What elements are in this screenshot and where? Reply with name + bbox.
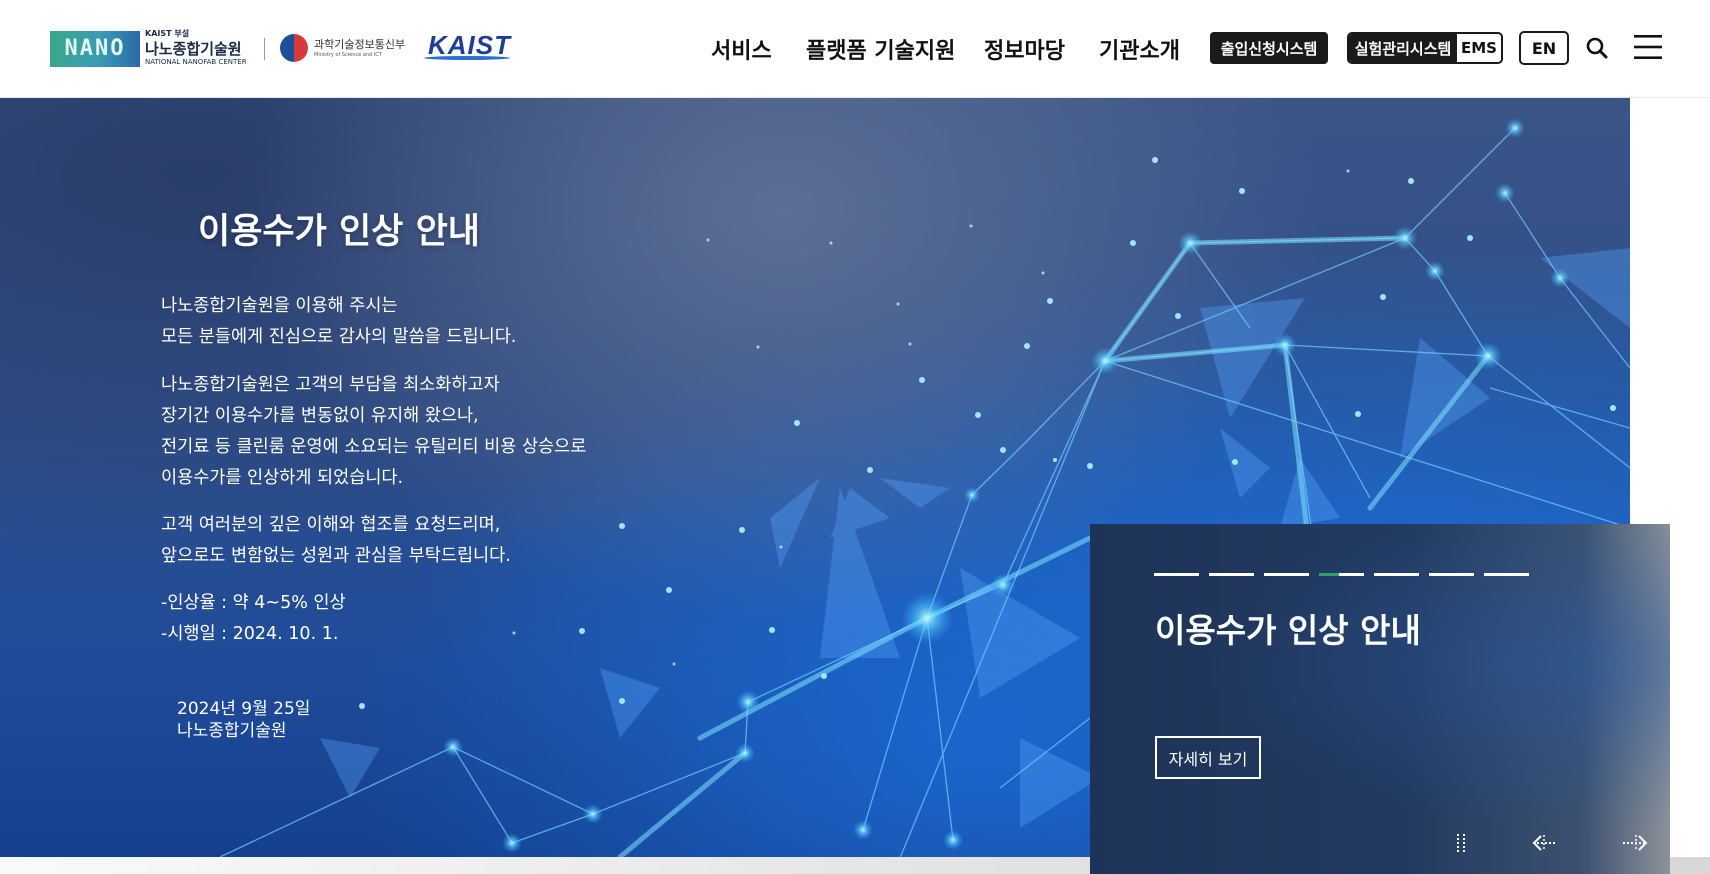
slide-indicator-4-active[interactable] bbox=[1319, 573, 1364, 576]
nanofab-logo[interactable]: KAIST 부설 나노종합기술원 NATIONAL NANOFAB CENTER bbox=[145, 28, 250, 70]
slide-card-title: 이용수가 인상 안내 bbox=[1155, 611, 1421, 650]
rate-increase-line: -인상율 : 약 4~5% 인상 bbox=[161, 593, 346, 613]
search-icon[interactable] bbox=[1585, 36, 1609, 60]
view-more-button[interactable]: 자세히 보기 bbox=[1155, 736, 1261, 779]
logo-name-kr: 나노종합기술원 bbox=[145, 40, 242, 58]
effective-date-line: -시행일 : 2024. 10. 1. bbox=[161, 624, 339, 644]
ministry-name-kr[interactable]: 과학기술정보통신부 bbox=[314, 36, 405, 52]
hero-rate-details: -인상율 : 약 4~5% 인상 -시행일 : 2024. 10. 1. bbox=[161, 588, 346, 650]
hero-line: 장기간 이용수가를 변동없이 유지해 왔으나, bbox=[161, 406, 479, 426]
hero-line: 나노종합기술원은 고객의 부담을 최소화하고자 bbox=[161, 375, 500, 395]
slide-indicator-6[interactable] bbox=[1429, 573, 1474, 576]
logo-divider bbox=[264, 38, 265, 60]
msit-emblem-icon[interactable] bbox=[280, 34, 308, 62]
hero-signature: 2024년 9월 25일 나노종합기술원 bbox=[177, 698, 310, 742]
lab-system-button[interactable]: 실험관리시스템 bbox=[1349, 34, 1457, 62]
slide-indicator-5[interactable] bbox=[1374, 573, 1419, 576]
kaist-logo-swoosh bbox=[424, 56, 510, 60]
logo-name-en: NATIONAL NANOFAB CENTER bbox=[145, 58, 247, 66]
slide-indicator-1[interactable] bbox=[1154, 573, 1199, 576]
hero-paragraph-1: 나노종합기술원을 이용해 주시는 모든 분들에게 진심으로 감사의 말씀을 드립… bbox=[161, 291, 516, 353]
hero-paragraph-2: 나노종합기술원은 고객의 부담을 최소화하고자 장기간 이용수가를 변동없이 유… bbox=[161, 370, 586, 494]
access-system-button[interactable]: 출입신청시스템 bbox=[1210, 32, 1328, 64]
site-header: NANO KAIST 부설 나노종합기술원 NATIONAL NANOFAB C… bbox=[0, 0, 1710, 98]
slide-info-card: 이용수가 인상 안내 자세히 보기 bbox=[1090, 524, 1670, 874]
hero-line: 전기료 등 클린룸 운영에 소요되는 유틸리티 비용 상승으로 bbox=[161, 437, 587, 457]
nav-info-board[interactable]: 정보마당 bbox=[984, 33, 1065, 65]
prev-arrow-icon[interactable] bbox=[1530, 831, 1560, 855]
hero-line: 앞으로도 변함없는 성원과 관심을 부탁드립니다. bbox=[161, 546, 511, 566]
hero-line: 이용수가를 인상하게 되었습니다. bbox=[161, 468, 404, 488]
hamburger-menu-icon[interactable] bbox=[1634, 34, 1662, 60]
nav-services[interactable]: 서비스 bbox=[711, 33, 772, 65]
nav-about[interactable]: 기관소개 bbox=[1099, 33, 1180, 65]
lab-system-group: 실험관리시스템 EMS bbox=[1347, 32, 1503, 64]
hero-line: 모든 분들에게 진심으로 감사의 말씀을 드립니다. bbox=[161, 327, 517, 347]
hero-line: 고객 여러분의 깊은 이해와 협조를 요청드리며, bbox=[161, 515, 501, 535]
slide-indicator-3[interactable] bbox=[1264, 573, 1309, 576]
nav-platform-support[interactable]: 플랫폼 기술지원 bbox=[806, 33, 955, 65]
nano-logo-mark[interactable]: NANO bbox=[50, 31, 140, 67]
language-button[interactable]: EN bbox=[1519, 31, 1569, 65]
hero-line: 나노종합기술원을 이용해 주시는 bbox=[161, 296, 398, 316]
ministry-name-en: Ministry of Science and ICT bbox=[314, 52, 382, 58]
signature-date: 2024년 9월 25일 bbox=[177, 699, 311, 719]
signature-organization: 나노종합기술원 bbox=[177, 721, 287, 741]
hero-title: 이용수가 인상 안내 bbox=[198, 212, 480, 252]
ems-button[interactable]: EMS bbox=[1457, 34, 1501, 62]
slide-indicator-7[interactable] bbox=[1484, 573, 1529, 576]
pause-icon[interactable] bbox=[1446, 831, 1476, 855]
slide-indicator-2[interactable] bbox=[1209, 573, 1254, 576]
hero-paragraph-3: 고객 여러분의 깊은 이해와 협조를 요청드리며, 앞으로도 변함없는 성원과 … bbox=[161, 510, 511, 572]
next-arrow-icon[interactable] bbox=[1620, 831, 1650, 855]
